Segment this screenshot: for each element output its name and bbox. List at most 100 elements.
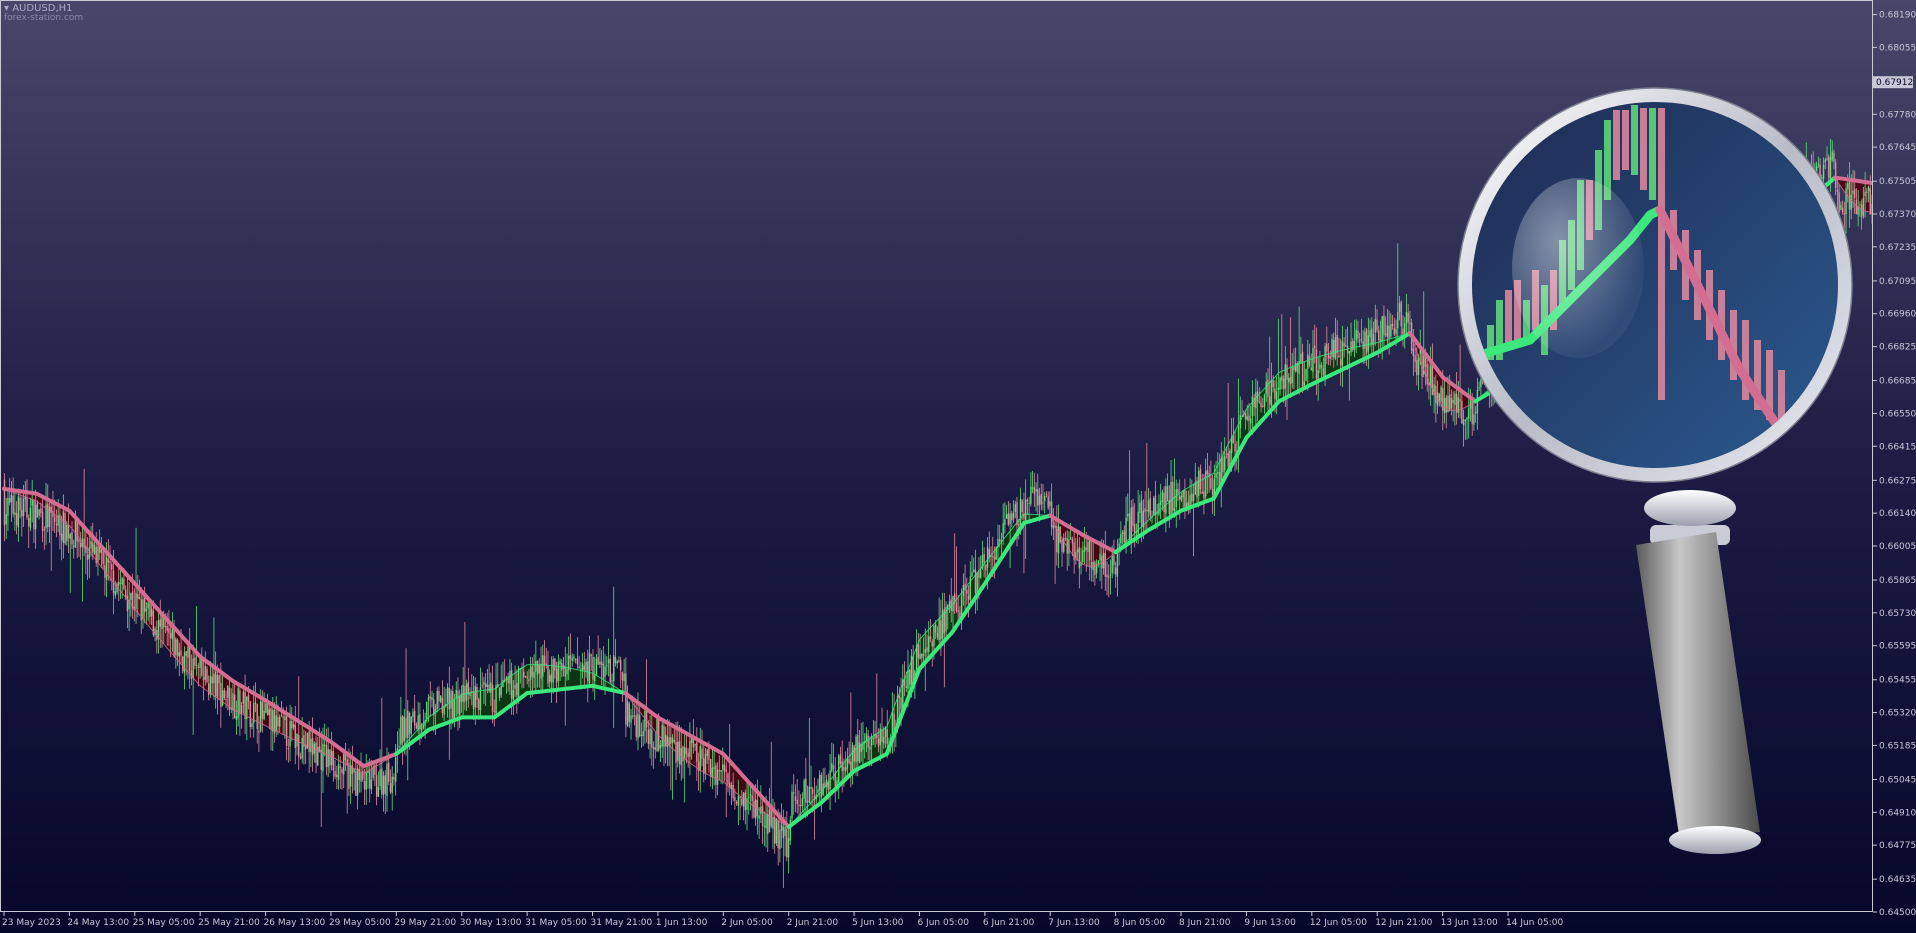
candle-body — [909, 669, 911, 685]
candle-body — [1007, 513, 1010, 525]
candle-body — [1841, 207, 1844, 213]
candle-body — [1829, 157, 1832, 180]
candle-body — [1232, 435, 1235, 444]
candle-body — [1206, 469, 1209, 475]
candle-body — [327, 748, 329, 768]
candle-body — [462, 684, 464, 702]
candle-body — [1817, 163, 1820, 165]
current-price-label: 0.67912 — [1876, 78, 1913, 88]
candle-body — [613, 655, 615, 682]
candle-body — [974, 569, 977, 594]
candle-body — [438, 690, 440, 702]
candle-body — [1452, 399, 1454, 404]
candle-body — [1445, 397, 1447, 413]
candle-body — [934, 624, 937, 633]
candle-body — [7, 498, 9, 516]
candle-body — [1312, 347, 1314, 372]
candle-body — [967, 595, 970, 600]
candle-body — [1198, 470, 1200, 496]
candle-body — [1277, 387, 1280, 390]
x-tick-label: 23 May 2023 — [2, 918, 61, 928]
candle-body — [926, 647, 928, 652]
candle-body — [263, 711, 265, 720]
candle-body — [66, 524, 68, 542]
candle-body — [337, 764, 340, 780]
candle-body — [334, 771, 336, 777]
candle-body — [1378, 330, 1380, 341]
price-chart[interactable]: 0.68190 0.68055 0.67780 0.67645 0.67505 0.673… — [0, 0, 1916, 933]
candle-body — [948, 601, 951, 608]
candle-body — [1045, 494, 1048, 496]
candle-body — [708, 747, 710, 760]
candle-body — [1317, 370, 1319, 380]
candle-body — [247, 694, 250, 702]
candle-body — [55, 523, 58, 525]
candle-body — [265, 703, 267, 713]
x-tick-label: 12 Jun 21:00 — [1375, 918, 1432, 928]
candle-body — [839, 754, 842, 764]
candle-body — [619, 659, 622, 671]
candle-body — [169, 633, 172, 639]
candle-body — [900, 697, 902, 709]
candle-body — [1199, 468, 1202, 490]
candle-body — [573, 656, 575, 659]
candle-body — [227, 685, 229, 698]
candle-body — [1037, 489, 1039, 506]
candle-body — [683, 747, 686, 760]
candle-body — [332, 750, 335, 771]
candle-body — [502, 679, 504, 687]
candle-body — [1343, 343, 1345, 347]
candle-body — [531, 666, 534, 677]
candle-body — [1412, 348, 1415, 356]
candle-body — [881, 729, 883, 742]
candle-body — [43, 529, 46, 531]
candle-body — [1127, 514, 1129, 517]
candle-body — [93, 544, 96, 555]
candle-body — [765, 814, 767, 829]
candle-body — [1099, 553, 1101, 561]
candle-body — [1298, 360, 1300, 374]
candle-body — [1426, 364, 1428, 385]
candle-body — [325, 744, 328, 768]
candle-body — [1217, 472, 1219, 474]
candle-body — [542, 655, 544, 677]
candle-body — [422, 724, 425, 728]
candle-body — [353, 769, 355, 773]
y-tick-label: 0.67780 — [1879, 110, 1916, 120]
candle-body — [704, 753, 707, 774]
candle-body — [467, 681, 470, 695]
candle-body — [121, 578, 123, 585]
candle-body — [171, 628, 174, 640]
candle-body — [31, 499, 33, 506]
x-tick-label: 31 May 05:00 — [525, 918, 587, 928]
candle-body — [1044, 495, 1046, 502]
y-tick-label: 0.66825 — [1879, 343, 1916, 353]
candle-body — [666, 736, 669, 748]
candle-body — [678, 741, 681, 764]
candle-body — [86, 554, 89, 560]
candle-body — [557, 662, 560, 681]
x-tick-label: 6 Jun 21:00 — [983, 918, 1035, 928]
candle-body — [118, 581, 120, 586]
candle-body — [886, 729, 888, 744]
candle-body — [5, 514, 7, 525]
candle-body — [931, 641, 933, 647]
x-tick-label: 31 May 21:00 — [591, 918, 653, 928]
candle-body — [150, 608, 153, 617]
candle-body — [119, 582, 122, 584]
candle-body — [1398, 303, 1401, 312]
candle-body — [1166, 485, 1169, 502]
candle-body — [261, 701, 264, 719]
candle-body — [197, 666, 200, 669]
candle-body — [1134, 523, 1136, 534]
candle-body — [831, 763, 833, 772]
x-tick-label: 29 May 21:00 — [394, 918, 456, 928]
candle-body — [1227, 452, 1229, 467]
candle-body — [1429, 365, 1432, 387]
candle-body — [787, 838, 790, 858]
candle-body — [1848, 180, 1851, 210]
candle-body — [1128, 512, 1131, 541]
candle-body — [929, 636, 932, 640]
candle-body — [178, 652, 181, 657]
candle-body — [599, 661, 601, 665]
